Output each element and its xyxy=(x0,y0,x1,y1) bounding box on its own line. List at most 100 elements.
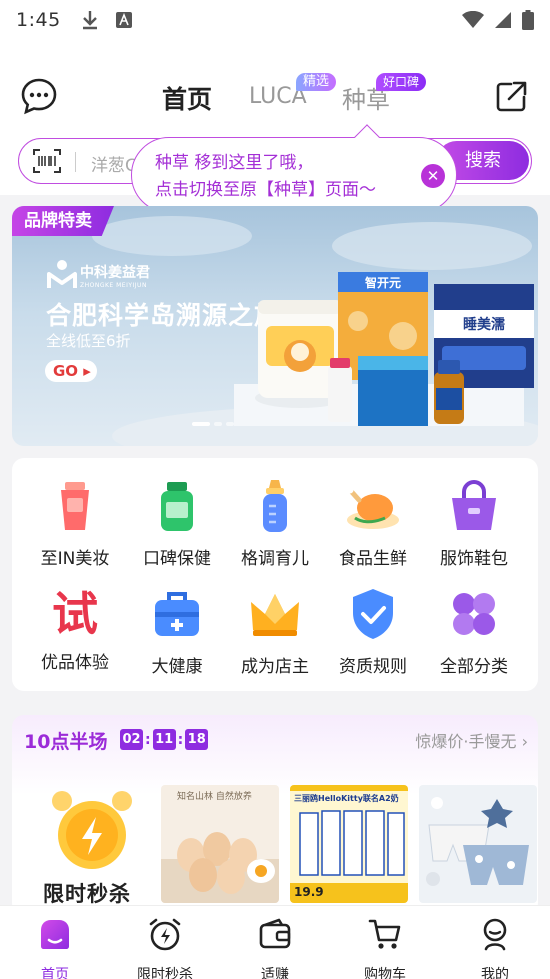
status-bar: 1:45 xyxy=(0,0,550,40)
category-label: 大健康 xyxy=(151,657,203,677)
sale-product-price: 19.9 xyxy=(294,885,324,899)
banner-products: 智开元 睡美濡 xyxy=(255,272,534,426)
nav-label: 购物车 xyxy=(364,967,406,979)
flash-sale-title: 10点半场 xyxy=(24,731,108,753)
four-petal-grid-icon xyxy=(453,593,495,635)
category-label: 服饰鞋包 xyxy=(440,549,508,569)
status-time: 1:45 xyxy=(16,9,61,31)
category-label: 格调育儿 xyxy=(241,549,309,569)
nav-profile[interactable]: 我的 xyxy=(450,916,540,979)
flash-sale-more-text: 惊爆价·手慢无 xyxy=(415,732,517,751)
download-icon xyxy=(82,11,97,30)
pager-dot xyxy=(226,422,234,426)
flash-sale-countdown: 02 : 11 : 18 xyxy=(120,729,209,750)
trial-character-icon: 试 xyxy=(52,587,98,641)
pager-dot xyxy=(192,422,210,426)
nav-shizhuan[interactable]: 适赚 xyxy=(230,916,320,979)
flash-sale-section: 10点半场 02 : 11 : 18 惊爆价·手慢无 › 限时秒杀 知名山林 自… xyxy=(12,715,538,915)
banner-subtitle: 全线低至6折 xyxy=(46,332,131,350)
tab-home[interactable]: 首页 xyxy=(162,80,212,116)
user-profile-icon xyxy=(483,918,507,951)
search-divider xyxy=(75,152,76,172)
roast-chicken-icon xyxy=(346,486,399,529)
brand-name-en: ZHONGKE MEIYIJUN xyxy=(80,282,147,289)
category-zizhi[interactable]: 资质规则 xyxy=(323,586,423,677)
flash-sale-promo-label: 限时秒杀 xyxy=(43,882,131,906)
category-dajiankang[interactable]: 大健康 xyxy=(127,586,227,677)
sale-product-kids-underwear[interactable] xyxy=(419,785,537,903)
tooltip-line-2: 点击切换至原【种草】页面～ xyxy=(155,180,376,200)
alarm-clock-icon xyxy=(52,791,132,869)
sale-product-caption: 三丽鸥HelloKitty联名A2奶 xyxy=(294,794,399,803)
product-label-1: 智开元 xyxy=(364,275,401,290)
nav-label: 我的 xyxy=(481,967,509,979)
category-label: 口碑保健 xyxy=(143,549,211,569)
banner-tag: 品牌特卖 xyxy=(12,206,114,236)
category-baojian[interactable]: 口碑保健 xyxy=(127,478,227,569)
category-label: 全部分类 xyxy=(440,657,508,677)
barcode-scan-icon[interactable] xyxy=(33,148,61,174)
pager-dot xyxy=(214,422,222,426)
category-label: 资质规则 xyxy=(339,657,407,677)
alarm-clock-nav-icon xyxy=(149,918,181,951)
handbag-icon xyxy=(452,480,496,530)
tooltip-text: 种草 移到这里了哦， 点击切换至原【种草】页面～ xyxy=(155,150,376,204)
brand-logo-icon xyxy=(47,260,77,288)
sale-product-eggs[interactable]: 知名山林 自然放养 xyxy=(161,785,279,903)
brand-sale-banner[interactable]: 品牌特卖 中科姜益君 ZHONGKE MEIYIJUN 合肥科学岛溯源之旅 全线… xyxy=(12,206,538,446)
category-meizhuang[interactable]: 至IN美妆 xyxy=(25,478,125,569)
nav-label: 适赚 xyxy=(261,967,289,979)
nav-flash-sale[interactable]: 限时秒杀 xyxy=(120,916,210,979)
wallet-icon xyxy=(259,918,291,949)
battery-icon xyxy=(522,10,534,30)
haokoubei-badge: 好口碑 xyxy=(376,73,427,91)
top-tabs: 首页 LUCA 种草 xyxy=(0,78,550,118)
product-label-2: 睡美濡 xyxy=(463,316,505,333)
home-icon xyxy=(41,920,69,949)
share-external-icon[interactable] xyxy=(494,80,528,114)
banner-pager xyxy=(192,422,234,426)
sale-product-milk[interactable]: 三丽鸥HelloKitty联名A2奶 19.9 xyxy=(290,785,408,903)
category-all[interactable]: 全部分类 xyxy=(424,586,524,677)
wifi-icon xyxy=(462,11,484,28)
crown-icon xyxy=(251,594,299,636)
first-aid-kit-icon xyxy=(155,592,199,636)
baby-bottle-icon xyxy=(263,480,287,532)
zhongcao-moved-tooltip[interactable]: 种草 移到这里了哦， 点击切换至原【种草】页面～ ✕ xyxy=(131,124,457,213)
tooltip-line-1: 种草 移到这里了哦， xyxy=(155,153,314,173)
nav-home[interactable]: 首页 xyxy=(10,916,100,979)
countdown-minutes: 11 xyxy=(152,729,176,750)
shopping-cart-icon xyxy=(368,919,401,949)
brand-name: 中科姜益君 xyxy=(80,265,150,281)
app-screen: 1:45 首页 LUCA 种草 精选 好口碑 洋葱C 搜索 种草 移到这里了哦，… xyxy=(0,0,550,979)
bottom-nav: 首页 限时秒杀 适赚 购物车 我的 xyxy=(0,905,550,979)
category-label: 优品体验 xyxy=(41,653,109,673)
kids-underwear-image xyxy=(426,797,529,886)
nav-label: 首页 xyxy=(41,967,69,979)
countdown-seconds: 18 xyxy=(185,729,209,750)
banner-go-button[interactable]: GO ▸ xyxy=(45,360,97,382)
banner-go-label: GO xyxy=(53,362,79,380)
category-dianzhu[interactable]: 成为店主 xyxy=(225,586,325,677)
cell-signal-icon xyxy=(495,12,511,28)
jingxuan-badge: 精选 xyxy=(296,73,337,91)
supplement-bottle-icon xyxy=(161,482,193,531)
category-yuer[interactable]: 格调育儿 xyxy=(225,478,325,569)
nav-label: 限时秒杀 xyxy=(137,967,193,979)
sale-product-caption: 知名山林 自然放养 xyxy=(177,792,252,802)
lotion-tube-icon xyxy=(61,482,89,530)
category-fushi[interactable]: 服饰鞋包 xyxy=(424,478,524,569)
shield-check-icon xyxy=(353,589,393,639)
category-label: 食品生鲜 xyxy=(339,549,407,569)
font-a-icon xyxy=(115,12,132,28)
category-label: 成为店主 xyxy=(241,657,309,677)
flash-sale-more-link[interactable]: 惊爆价·手慢无 › xyxy=(415,728,528,752)
eggs-image xyxy=(161,832,279,903)
category-tiyan[interactable]: 试 优品体验 xyxy=(25,586,125,673)
category-shipin[interactable]: 食品生鲜 xyxy=(323,478,423,569)
countdown-hours: 02 xyxy=(120,729,143,750)
nav-cart[interactable]: 购物车 xyxy=(340,916,430,979)
tooltip-close-icon[interactable]: ✕ xyxy=(421,164,445,188)
category-label: 至IN美妆 xyxy=(40,549,110,569)
category-grid: 至IN美妆 口碑保健 格调育儿 食品生鲜 服饰鞋包 试 优品体验 大健康 成为店… xyxy=(12,458,538,691)
